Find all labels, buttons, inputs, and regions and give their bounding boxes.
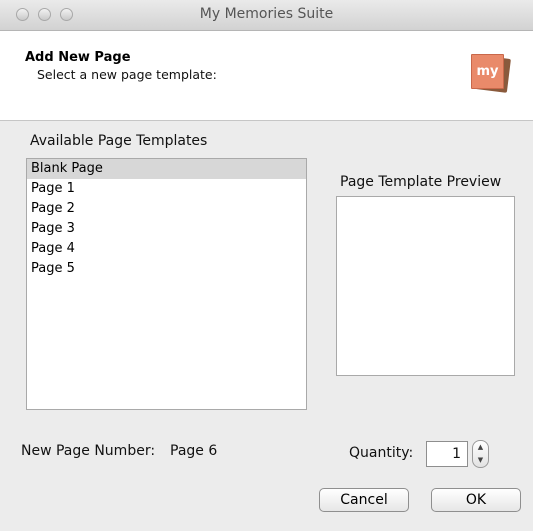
logo-text: my <box>476 64 499 79</box>
page-number-label: New Page Number: <box>21 443 156 459</box>
template-item-page-3[interactable]: Page 3 <box>27 219 306 239</box>
template-item-page-1[interactable]: Page 1 <box>27 179 306 199</box>
title-bar[interactable]: My Memories Suite <box>0 0 533 31</box>
template-item-page-5[interactable]: Page 5 <box>27 259 306 279</box>
stepper-down-arrow-icon[interactable]: ▼ <box>473 454 488 467</box>
dialog-title: Add New Page <box>25 50 131 65</box>
preview-label: Page Template Preview <box>340 174 502 190</box>
page-number-value: Page 6 <box>170 443 218 459</box>
ok-button[interactable]: OK <box>431 488 521 512</box>
template-item-blank-page[interactable]: Blank Page <box>27 159 306 179</box>
templates-list[interactable]: Blank Page Page 1 Page 2 Page 3 Page 4 P… <box>26 158 307 410</box>
quantity-label: Quantity: <box>349 445 414 461</box>
stepper-up-arrow-icon[interactable]: ▲ <box>473 441 488 454</box>
cancel-button[interactable]: Cancel <box>319 488 409 512</box>
template-item-page-2[interactable]: Page 2 <box>27 199 306 219</box>
template-preview-box <box>336 196 515 376</box>
app-logo-icon: my <box>471 54 511 94</box>
window-title: My Memories Suite <box>199 6 334 22</box>
logo-front-page: my <box>471 54 504 89</box>
quantity-stepper[interactable]: ▲ ▼ <box>472 440 489 468</box>
templates-label: Available Page Templates <box>30 133 208 149</box>
dialog-window: My Memories Suite Add New Page Select a … <box>0 0 533 531</box>
template-item-page-4[interactable]: Page 4 <box>27 239 306 259</box>
dialog-header: Add New Page Select a new page template:… <box>0 31 533 121</box>
quantity-input[interactable]: 1 <box>426 441 468 467</box>
dialog-subtitle: Select a new page template: <box>37 67 217 82</box>
